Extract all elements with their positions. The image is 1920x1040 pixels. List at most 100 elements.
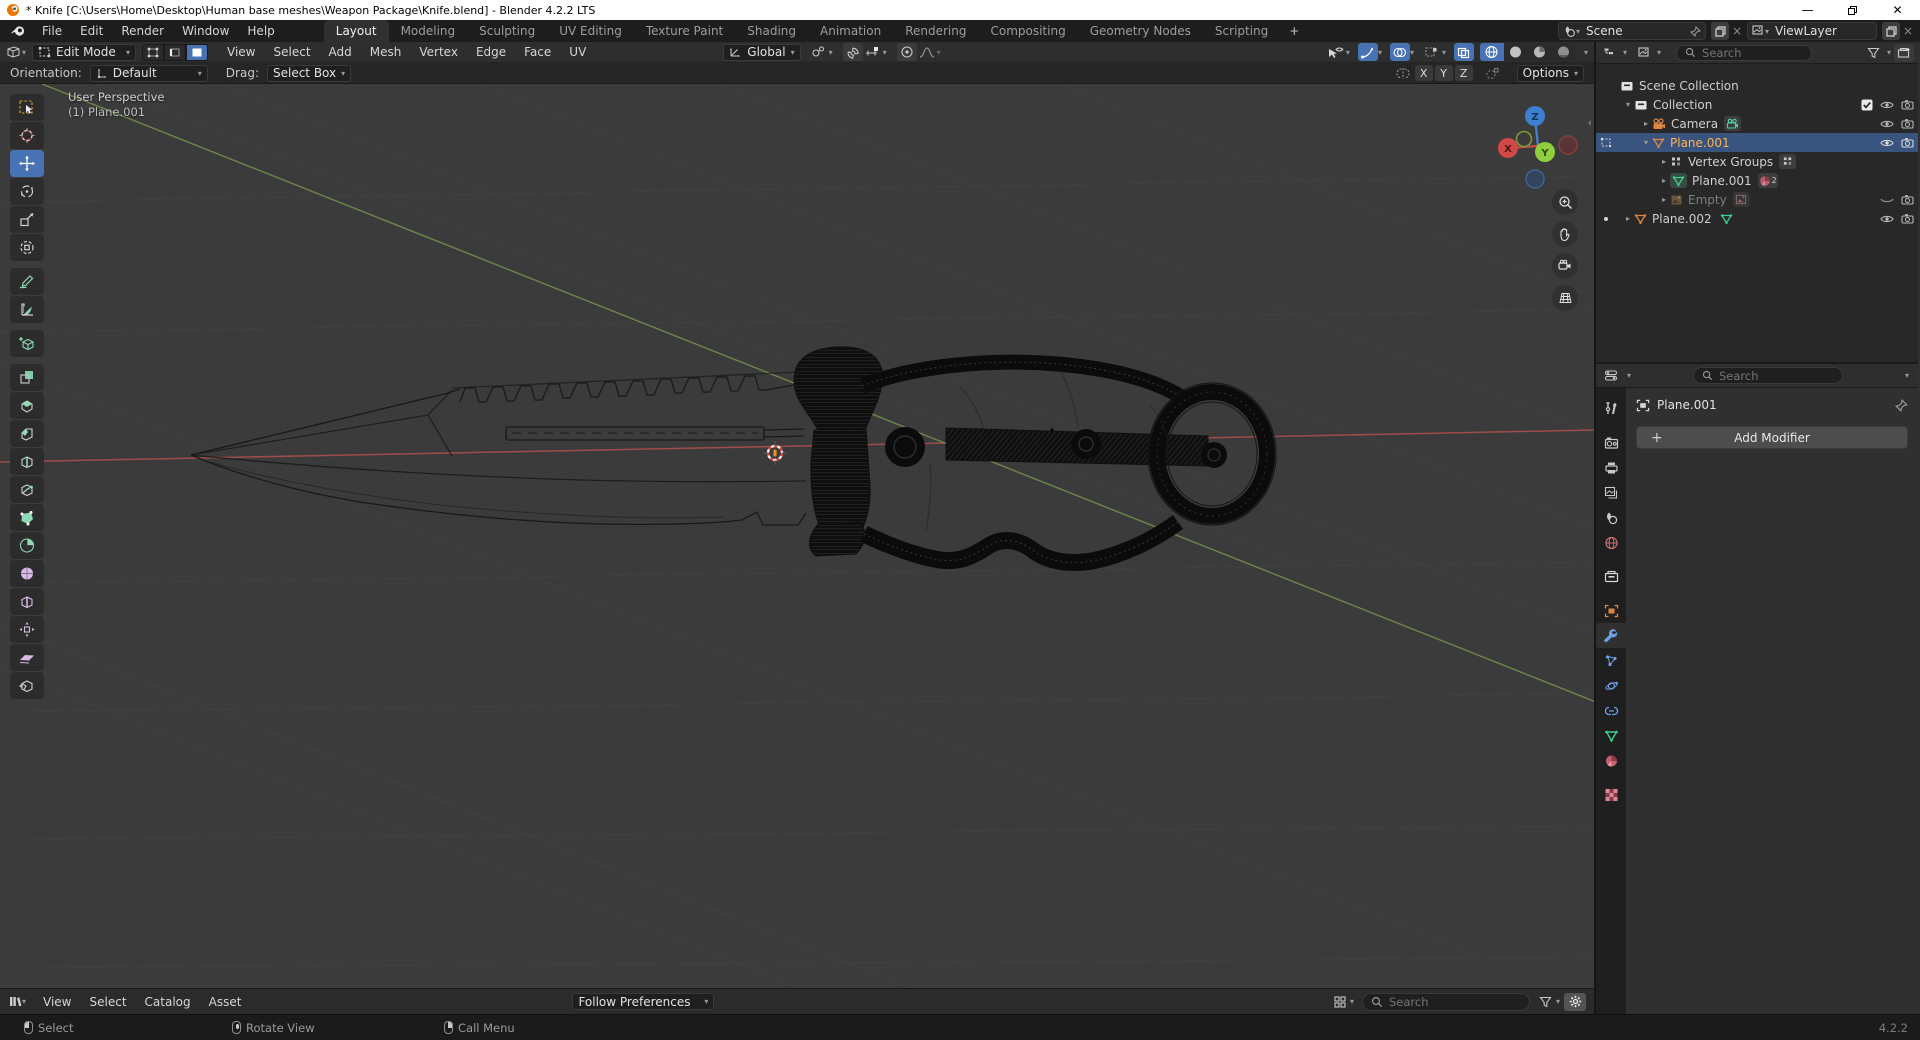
properties-tab-collection[interactable] xyxy=(1596,564,1626,589)
material-badge[interactable]: 2 xyxy=(1758,173,1778,188)
properties-tab-particles[interactable] xyxy=(1596,648,1626,673)
outliner-search[interactable] xyxy=(1676,45,1812,61)
properties-tab-modifiers[interactable] xyxy=(1596,623,1626,648)
tool-measure-button[interactable] xyxy=(10,296,44,323)
viewport-menu-uv[interactable]: UV xyxy=(560,45,595,59)
tab-layout[interactable]: Layout xyxy=(324,20,389,42)
tool-annotate-button[interactable] xyxy=(10,268,44,295)
outliner-editor-caret[interactable]: ▾ xyxy=(1623,48,1627,57)
solid-shading-button[interactable] xyxy=(1504,43,1528,61)
menu-file[interactable]: File xyxy=(33,20,71,42)
outliner-row-empty[interactable]: ▸ Empty xyxy=(1596,190,1918,209)
gizmo-axis-neg-x[interactable] xyxy=(1559,136,1577,154)
tool-edge-slide-button[interactable] xyxy=(10,588,44,615)
zoom-icon[interactable] xyxy=(1552,189,1578,215)
disable-render-camera-icon[interactable] xyxy=(1901,137,1914,148)
tab-geometry-nodes[interactable]: Geometry Nodes xyxy=(1078,20,1203,42)
gizmos-caret[interactable]: ▾ xyxy=(1378,48,1382,57)
properties-tab-output[interactable] xyxy=(1596,455,1626,480)
pivot-caret[interactable]: ▾ xyxy=(829,48,833,57)
outliner-filter-caret[interactable]: ▾ xyxy=(1887,48,1891,57)
tab-rendering[interactable]: Rendering xyxy=(893,20,978,42)
tool-rotate-button[interactable] xyxy=(10,178,44,205)
properties-editor-icon[interactable] xyxy=(1601,367,1621,385)
asset-menu-view[interactable]: View xyxy=(34,995,80,1009)
outliner-row-scene-collection[interactable]: Scene Collection xyxy=(1596,76,1918,95)
minimize-button[interactable]: — xyxy=(1785,0,1830,20)
tool-add-cube-button[interactable] xyxy=(10,330,44,357)
properties-tab-texture[interactable] xyxy=(1596,782,1626,807)
gizmos-toggle-icon[interactable] xyxy=(1358,43,1378,61)
navigation-gizmo[interactable]: Z X Y xyxy=(1492,96,1588,192)
tab-animation[interactable]: Animation xyxy=(808,20,893,42)
snap-with-icon[interactable] xyxy=(863,43,883,61)
scene-icon[interactable] xyxy=(1563,25,1576,37)
scene-name[interactable]: Scene xyxy=(1580,24,1629,38)
menu-render[interactable]: Render xyxy=(112,20,173,42)
hide-eye-icon[interactable] xyxy=(1880,100,1894,110)
properties-options-caret[interactable]: ▾ xyxy=(1905,371,1909,380)
mirror-y-button[interactable]: Y xyxy=(1435,65,1453,81)
tab-shading[interactable]: Shading xyxy=(735,20,808,42)
tool-smooth-button[interactable] xyxy=(10,560,44,587)
orientation-setting-dropdown[interactable]: Default ▾ xyxy=(90,65,208,82)
tool-cursor-button[interactable] xyxy=(10,122,44,149)
expander-icon[interactable]: ▸ xyxy=(1622,214,1634,223)
properties-tab-object-data[interactable] xyxy=(1596,723,1626,748)
disable-render-camera-icon[interactable] xyxy=(1901,213,1914,224)
viewport-menu-edge[interactable]: Edge xyxy=(467,45,515,59)
tool-inset-faces-button[interactable] xyxy=(10,392,44,419)
restore-button[interactable] xyxy=(1830,0,1875,20)
expander-icon[interactable]: ▾ xyxy=(1640,138,1652,147)
expander-icon[interactable]: ▸ xyxy=(1658,176,1670,185)
asset-menu-select[interactable]: Select xyxy=(81,995,136,1009)
tool-extrude-region-button[interactable] xyxy=(10,364,44,391)
mirror-x-button[interactable]: X xyxy=(1415,65,1433,81)
expander-icon[interactable]: ▾ xyxy=(1622,100,1634,109)
rendered-shading-button[interactable] xyxy=(1552,43,1576,61)
tool-knife-button[interactable] xyxy=(10,476,44,503)
close-button[interactable]: ✕ xyxy=(1875,0,1920,20)
viewport-menu-mesh[interactable]: Mesh xyxy=(361,45,411,59)
show-object-types-icon[interactable] xyxy=(1326,43,1346,61)
wireframe-shading-button[interactable] xyxy=(1480,43,1504,61)
outliner-row-plane-002[interactable]: ▸ Plane.002 xyxy=(1596,209,1918,228)
view-layer-name[interactable]: ViewLayer xyxy=(1769,24,1843,38)
hide-eye-icon[interactable] xyxy=(1880,214,1894,224)
toggle-xray-button[interactable] xyxy=(1454,43,1474,61)
outliner-row-plane-001-data[interactable]: ▸ Plane.001 2 xyxy=(1596,171,1918,190)
properties-tab-physics[interactable] xyxy=(1596,673,1626,698)
pin-id-icon[interactable] xyxy=(1895,399,1908,412)
properties-tab-tool[interactable] xyxy=(1596,396,1626,421)
vertex-select-mode-button[interactable] xyxy=(142,44,164,61)
asset-search-input[interactable] xyxy=(1389,995,1509,1009)
new-scene-button[interactable] xyxy=(1711,22,1729,40)
outliner-editor-icon[interactable] xyxy=(1600,44,1620,62)
view-layer-icon[interactable] xyxy=(1752,25,1765,37)
properties-tab-object[interactable] xyxy=(1596,598,1626,623)
viewport-menu-face[interactable]: Face xyxy=(515,45,560,59)
remove-view-layer-button[interactable]: × xyxy=(1900,24,1916,38)
overlays-toggle-icon[interactable] xyxy=(1390,43,1410,61)
asset-menu-catalog[interactable]: Catalog xyxy=(136,995,200,1009)
viewport-menu-view[interactable]: View xyxy=(218,45,264,59)
disable-render-camera-icon[interactable] xyxy=(1901,99,1914,110)
tab-scripting[interactable]: Scripting xyxy=(1203,20,1280,42)
expander-icon[interactable]: ▸ xyxy=(1640,119,1652,128)
pin-scene-icon[interactable] xyxy=(1690,26,1701,37)
tool-spin-button[interactable] xyxy=(10,532,44,559)
image-data-badge[interactable] xyxy=(1733,192,1750,207)
tab-uv-editing[interactable]: UV Editing xyxy=(547,20,634,42)
tool-shrink-fatten-button[interactable] xyxy=(10,616,44,643)
properties-tab-render[interactable] xyxy=(1596,430,1626,455)
snap-caret[interactable]: ▾ xyxy=(883,48,887,57)
viewport-menu-select[interactable]: Select xyxy=(265,45,320,59)
editor-type-3d-viewport-icon[interactable] xyxy=(6,45,22,59)
gizmo-axis-neg-y[interactable] xyxy=(1517,132,1532,147)
tool-transform-button[interactable] xyxy=(10,234,44,261)
add-workspace-button[interactable]: + xyxy=(1280,20,1308,42)
hidden-eye-closed-icon[interactable] xyxy=(1880,195,1894,205)
material-preview-shading-button[interactable] xyxy=(1528,43,1552,61)
tool-bevel-button[interactable] xyxy=(10,420,44,447)
outliner-display-mode-icon[interactable] xyxy=(1634,44,1654,62)
